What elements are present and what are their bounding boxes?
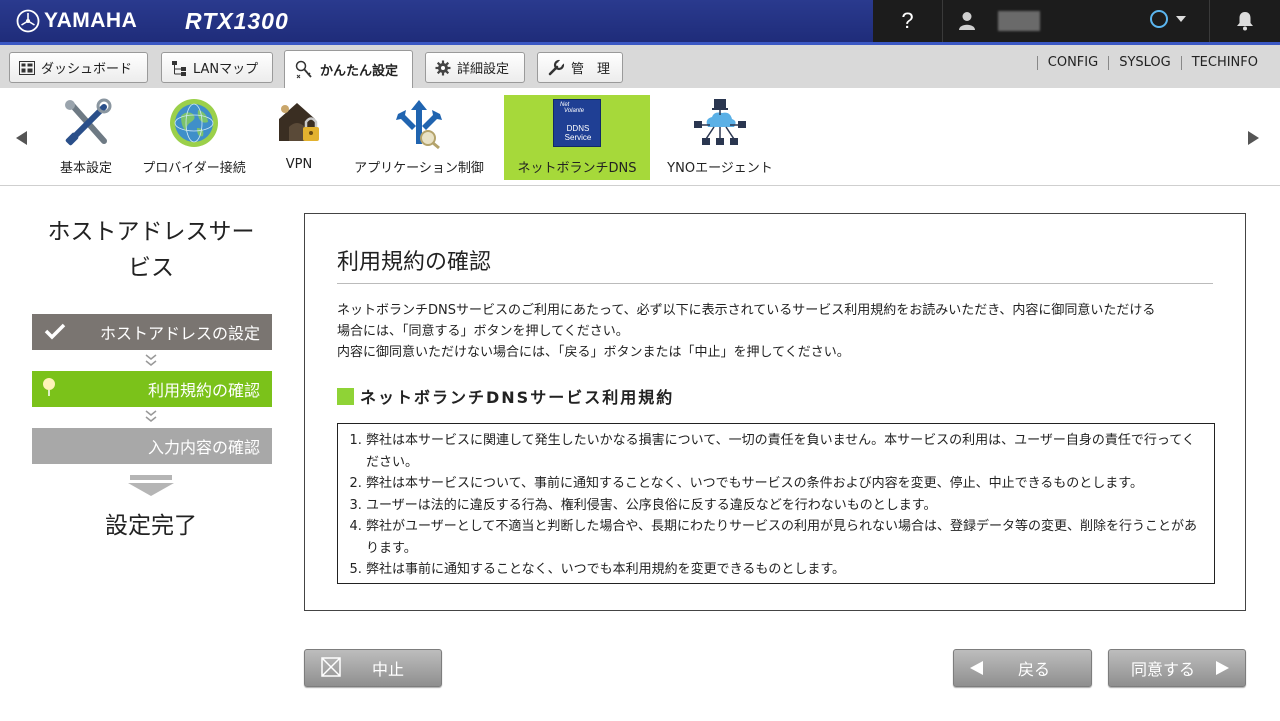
step-label: 利用規約の確認 (147, 381, 260, 400)
feature-label: VPN (285, 157, 313, 172)
tab-management[interactable]: 管 理 (537, 52, 623, 83)
agree-button[interactable]: 同意する (1108, 649, 1246, 687)
app-control-icon (392, 95, 446, 151)
wizard-step-terms: 利用規約の確認 (32, 371, 272, 407)
ddns-icon-text: Service (564, 133, 592, 142)
ddns-icon: Net Volante DDNS Service (553, 95, 601, 151)
feature-toolbar: 基本設定 プロバイダー接続 VPN アプリケーション制御 Net Volante… (0, 88, 1280, 186)
feature-label: アプリケーション制御 (354, 161, 484, 176)
wrench-icon (547, 58, 565, 77)
help-button[interactable]: ? (873, 0, 943, 42)
feature-basic-settings[interactable]: 基本設定 (50, 95, 122, 180)
terms-heading-text: ネットボランチDNSサービス利用規約 (360, 388, 675, 407)
techinfo-link[interactable]: TECHINFO (1180, 56, 1258, 70)
globe-icon (167, 95, 221, 151)
tab-easy-setup[interactable]: かんたん設定 (284, 50, 413, 88)
tab-label: 管 理 (571, 62, 611, 77)
feature-provider-connection[interactable]: プロバイダー接続 (134, 95, 254, 180)
chevron-down-icon (145, 354, 157, 366)
top-links: CONFIG SYSLOG TECHINFO (1036, 56, 1258, 70)
app-header: YAMAHA RTX1300 ? (0, 0, 1280, 45)
feature-label: YNOエージェント (667, 161, 773, 176)
wizard-done-label: 設定完了 (105, 513, 197, 539)
check-icon (44, 322, 66, 344)
tab-label: ダッシュボード (41, 62, 133, 77)
wizard-step-confirm: 入力内容の確認 (32, 428, 272, 464)
tools-icon (60, 95, 112, 151)
heading-marker-icon (337, 387, 354, 405)
dashboard-icon (19, 60, 35, 75)
user-icon (959, 12, 975, 30)
tab-label: 詳細設定 (457, 62, 510, 77)
description-line: ネットボランチDNSサービスのご利用にあたって、必ず以下に表示されているサービス… (337, 303, 1156, 318)
scroll-right-icon[interactable] (1248, 131, 1259, 145)
wizard-step-host-address: ホストアドレスの設定 (32, 314, 272, 350)
feature-label: プロバイダー接続 (142, 161, 246, 176)
wizard-title-line: ホストアドレスサー (47, 219, 255, 245)
step-label: ホストアドレスの設定 (99, 324, 260, 343)
terms-item: 弊社は本サービスに関連して発生したいかなる損害について、一切の責任を負いません。… (366, 430, 1206, 473)
feature-label: ネットボランチDNS (517, 161, 637, 176)
cancel-button[interactable]: 中止 (304, 649, 442, 687)
triangle-right-icon (1215, 660, 1229, 679)
triangle-left-icon (970, 660, 984, 679)
syslog-link[interactable]: SYSLOG (1108, 56, 1181, 70)
main-nav: ダッシュボード LANマップ かんたん設定 詳細設定 管 理 CONFIG SY… (0, 45, 1280, 88)
terms-heading: ネットボランチDNSサービス利用規約 (337, 384, 674, 408)
bell-icon (1237, 12, 1253, 31)
status-menu[interactable] (1150, 10, 1186, 28)
key-wand-icon (294, 60, 314, 80)
terms-item: ユーザーは法的に違反する行為、権利侵害、公序良俗に反する違反などを行わないものと… (366, 495, 1206, 517)
feature-label: 基本設定 (59, 161, 112, 176)
config-link[interactable]: CONFIG (1036, 56, 1108, 70)
status-ring-icon (1150, 10, 1168, 28)
lock-house-icon (273, 95, 325, 151)
feature-netvolante-dns[interactable]: Net Volante DDNS Service ネットボランチDNS (504, 95, 650, 180)
gear-icon (435, 60, 451, 76)
terms-item: 弊社は事前に通知することなく、いつでも本利用規約を変更できるものとします。 (366, 559, 1206, 581)
agree-label: 同意する (1131, 660, 1196, 679)
wizard-title-line: ビス (128, 255, 174, 281)
network-icon (692, 95, 748, 151)
terms-description: ネットボランチDNSサービスのご利用にあたって、必ず以下に表示されているサービス… (337, 300, 1217, 363)
feature-application-control[interactable]: アプリケーション制御 (345, 95, 493, 180)
back-label: 戻る (1018, 660, 1051, 679)
feature-yno-agent[interactable]: YNOエージェント (658, 95, 782, 180)
cancel-label: 中止 (372, 660, 405, 679)
lan-map-icon (171, 60, 187, 76)
terms-item: 弊社は本サービスについて、事前に通知することなく、いつでもサービスの条件および内… (366, 473, 1206, 495)
user-name-redacted (998, 11, 1040, 31)
tab-label: かんたん設定 (320, 64, 399, 79)
back-button[interactable]: 戻る (953, 649, 1092, 687)
title-divider (337, 283, 1213, 284)
page-title: 利用規約の確認 (337, 250, 492, 275)
description-line: 場合には、「同意する」ボタンを押してください。 (337, 324, 629, 339)
chevron-down-icon (1176, 16, 1186, 22)
close-box-icon (321, 657, 341, 681)
description-line: 内容に御同意いただけない場合には、「戻る」ボタンまたは「中止」を押してください。 (337, 345, 850, 360)
brand-name: YAMAHA (44, 9, 138, 32)
ddns-icon-text: Volante (564, 108, 585, 114)
feature-vpn[interactable]: VPN (268, 95, 330, 180)
terms-panel: 利用規約の確認 ネットボランチDNSサービスのご利用にあたって、必ず以下に表示さ… (304, 213, 1246, 611)
terms-item: 弊社がユーザーとして不適当と判断した場合や、長期にわたりサービスの利用が見られな… (366, 516, 1206, 559)
terms-box: 弊社は本サービスに関連して発生したいかなる損害について、一切の責任を負いません。… (337, 423, 1215, 584)
step-label: 入力内容の確認 (147, 438, 260, 457)
notification-button[interactable] (1209, 0, 1280, 42)
arrow-down-icon (128, 475, 174, 496)
tuning-forks-icon (16, 9, 40, 33)
tab-lan-map[interactable]: LANマップ (161, 52, 273, 83)
wizard-title: ホストアドレスサー ビス (30, 214, 272, 286)
ddns-icon-text: DDNS (566, 124, 590, 133)
yamaha-logo: YAMAHA (16, 9, 137, 33)
chevron-down-icon (145, 410, 157, 422)
model-name: RTX1300 (185, 8, 289, 34)
tab-dashboard[interactable]: ダッシュボード (9, 52, 148, 83)
tab-advanced-settings[interactable]: 詳細設定 (425, 52, 525, 83)
tab-label: LANマップ (193, 62, 259, 77)
scroll-left-icon[interactable] (16, 131, 27, 145)
pin-icon (42, 377, 56, 401)
